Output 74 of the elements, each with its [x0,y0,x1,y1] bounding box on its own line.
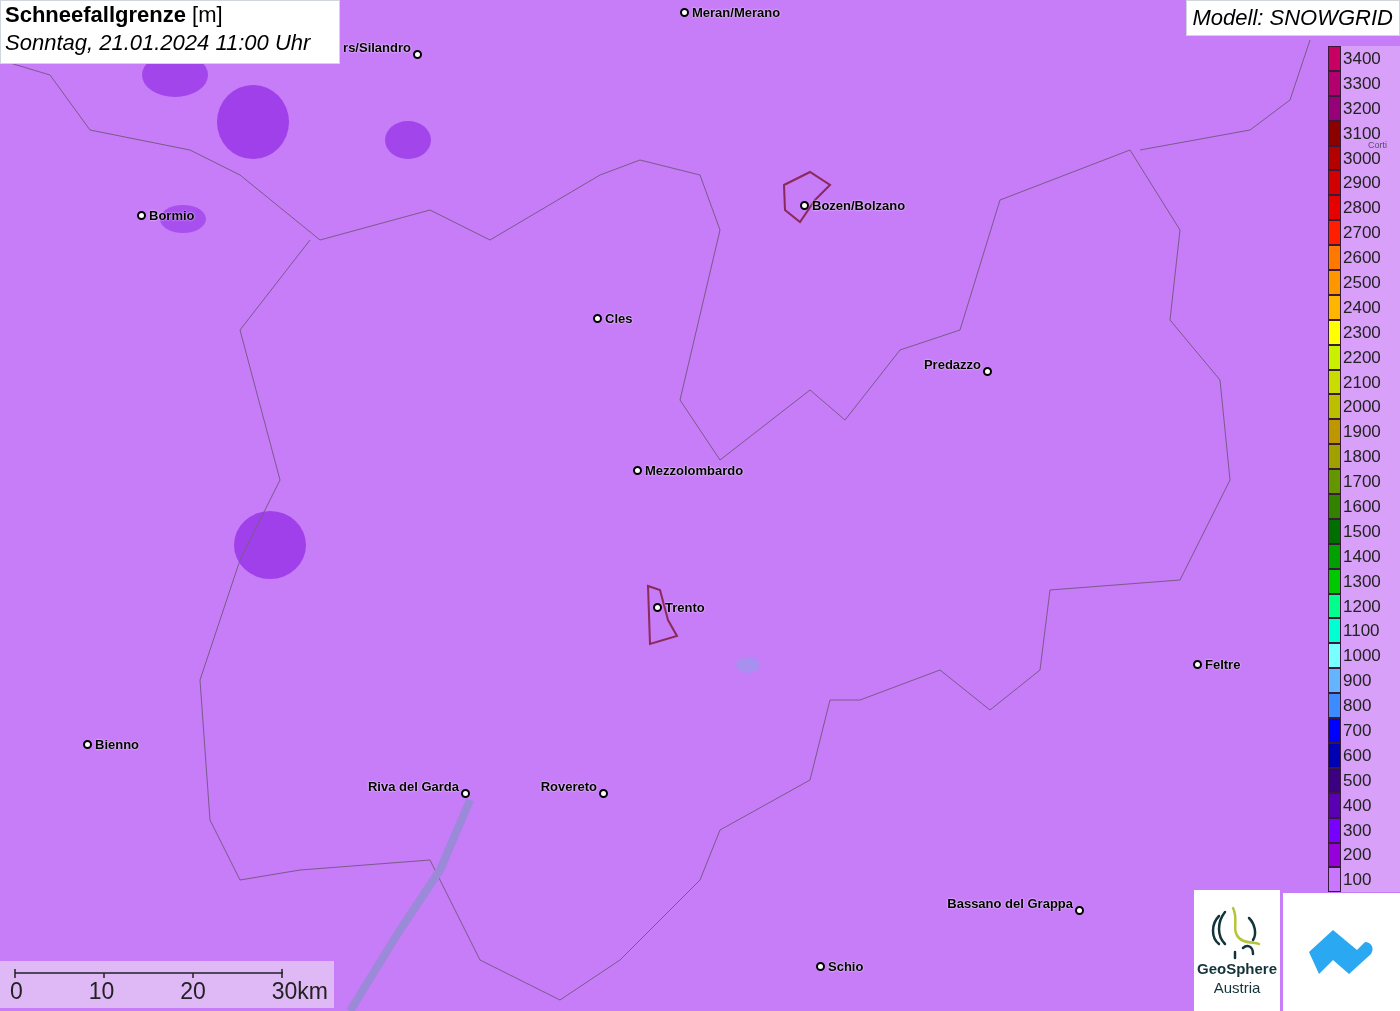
legend-label: 2300 [1343,323,1381,341]
legend-label: 1400 [1343,547,1381,565]
legend-label: 2700 [1343,224,1381,242]
city-marker-icon [593,314,602,323]
legend-label: 200 [1343,846,1372,864]
legend-label: 3300 [1343,74,1381,92]
legend-label: 3100 [1343,124,1381,142]
legend-label: 2600 [1343,249,1381,267]
legend-label: 2000 [1343,398,1381,416]
city-label: Mezzolombardo [645,464,744,477]
city-label: Predazzo [923,358,981,371]
legend-label: 3400 [1343,49,1381,67]
legend-label: 3200 [1343,99,1381,117]
city-marker-icon [983,367,992,376]
city-label: Bozen/Bolzano [812,199,906,212]
model-label: Modell: SNOWGRID [1185,0,1400,36]
legend-label: 3000 [1343,149,1381,167]
city-marker-icon [653,603,662,612]
scale-label: 10 [88,980,115,1003]
legend-label: 400 [1343,796,1372,814]
logo-text: GeoSphere [1197,960,1277,979]
legend-label: 2900 [1343,174,1381,192]
city-label: Rovereto [540,780,597,793]
legend-label: 600 [1343,746,1372,764]
city-marker-icon [413,50,422,59]
city-label: Schio [828,960,864,973]
legend-label: 2800 [1343,199,1381,217]
legend-label: 300 [1343,821,1372,839]
legend-label: 900 [1343,672,1372,690]
map-place-label: Corti [1368,141,1387,150]
scale-label: 0 [10,980,23,1003]
city-label: Riva del Garda [367,780,459,793]
city-label: Bienno [95,738,140,751]
legend-label: 1000 [1343,647,1381,665]
legend-label: 1900 [1343,423,1381,441]
city-label: Bassano del Grappa [947,897,1073,910]
city-marker-icon [680,8,689,17]
city-label: Cles [605,312,633,325]
city-marker-icon [816,962,825,971]
legend-label: 1700 [1343,473,1381,491]
legend-label: 2100 [1343,373,1381,391]
city-label: Bormio [149,209,195,222]
legend-label: 500 [1343,771,1372,789]
city-label: rs/Silandro [343,41,411,54]
city-label: Trento [665,601,705,614]
legend-label: 2200 [1343,348,1381,366]
legend-label: 1200 [1343,597,1381,615]
legend-label: 1100 [1343,622,1380,640]
city-label: Feltre [1205,658,1241,671]
scale-label: 30km [271,980,328,1003]
legend-label: 1500 [1343,522,1381,540]
city-marker-icon [83,740,92,749]
scale-ruler-icon [14,968,284,980]
legend-label: 800 [1343,697,1372,715]
legend-label: 1800 [1343,448,1381,466]
city-marker-icon [1075,906,1084,915]
legend-label: 1300 [1343,572,1381,590]
city-marker-icon [137,211,146,220]
logo-text: Austria [1213,978,1261,998]
map-title: Schneefallgrenze [m] [5,1,224,29]
legend-label: 700 [1343,722,1372,739]
city-marker-icon [800,201,809,210]
legend-label: 1600 [1343,497,1381,515]
roof-cloud-logo-icon [1308,928,1375,976]
city-marker-icon [1193,660,1202,669]
legend-label: 100 [1343,871,1372,889]
city-marker-icon [633,466,642,475]
legend-label: 2500 [1343,273,1381,291]
city-marker-icon [461,789,470,798]
scale-label: 20 [180,980,206,1003]
legend-label: 2400 [1343,298,1381,316]
city-label: Meran/Merano [692,6,781,19]
map-timestamp: Sonntag, 21.01.2024 11:00 Uhr [5,29,312,57]
city-marker-icon [599,789,608,798]
